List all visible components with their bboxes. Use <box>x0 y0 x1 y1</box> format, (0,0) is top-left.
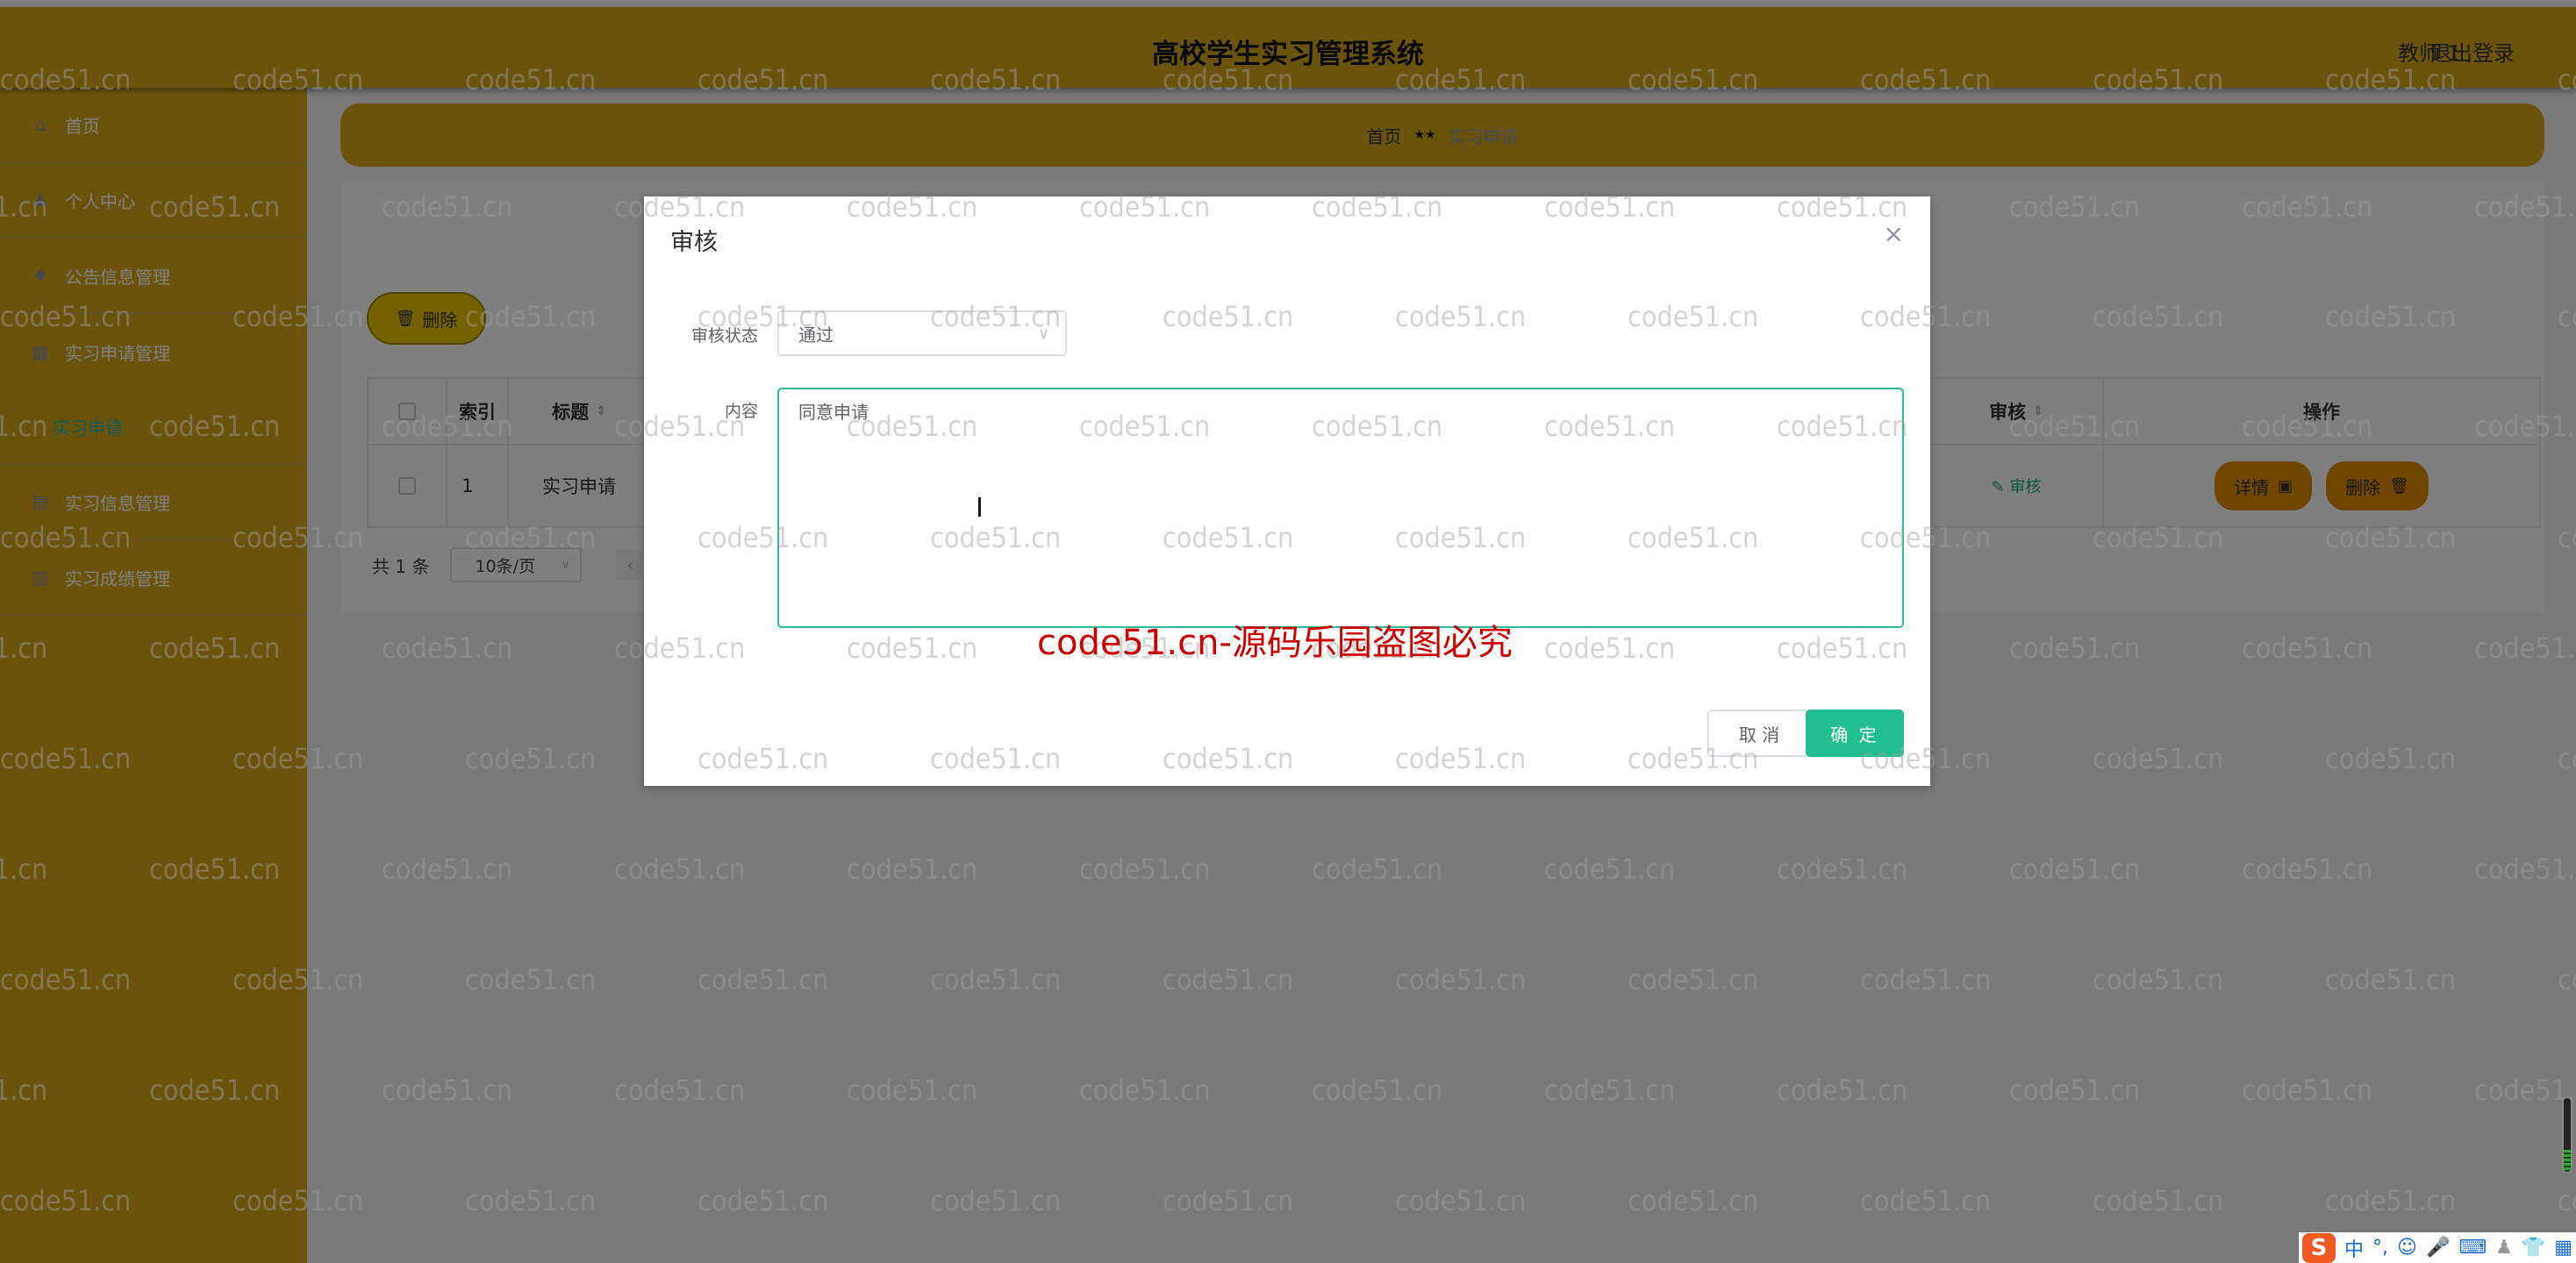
apps-icon[interactable]: ▦ <box>2554 1237 2572 1259</box>
punctuation-toggle[interactable]: °, <box>2372 1237 2388 1259</box>
emoji-icon[interactable]: ☺ <box>2397 1237 2417 1259</box>
audit-status-select[interactable]: 通过 ∨ <box>777 310 1067 356</box>
dialog-title: 审核 <box>670 229 718 256</box>
confirm-button[interactable]: 确 定 <box>1806 710 1904 757</box>
cancel-button[interactable]: 取 消 <box>1707 710 1811 757</box>
skin-icon[interactable]: 👕 <box>2522 1237 2545 1259</box>
ime-toolbar: S 中 °, ☺ 🎤 ⌨ ♟ 👕 ▦ <box>2299 1232 2576 1263</box>
close-icon[interactable]: × <box>1884 219 1904 248</box>
user-icon[interactable]: ♟ <box>2495 1237 2513 1259</box>
text-cursor-icon: I <box>976 493 984 524</box>
volume-meter <box>2562 1096 2572 1174</box>
audit-status-value: 通过 <box>798 324 834 346</box>
content-label: 内容 <box>724 402 758 421</box>
keyboard-icon[interactable]: ⌨ <box>2458 1237 2487 1259</box>
sogou-logo-icon[interactable]: S <box>2302 1232 2336 1263</box>
audit-dialog: 审核 × 审核状态 通过 ∨ 内容 取 消 确 定 <box>644 196 1930 786</box>
chevron-down-icon: ∨ <box>1037 324 1049 343</box>
red-watermark: code51.cn-源码乐园盗图必究 <box>1037 623 1513 663</box>
mic-icon[interactable]: 🎤 <box>2426 1237 2450 1259</box>
ime-mode-toggle[interactable]: 中 <box>2344 1234 2364 1262</box>
status-label: 审核状态 <box>691 326 758 346</box>
volume-level <box>2564 1149 2571 1172</box>
content-textarea[interactable] <box>777 388 1904 628</box>
